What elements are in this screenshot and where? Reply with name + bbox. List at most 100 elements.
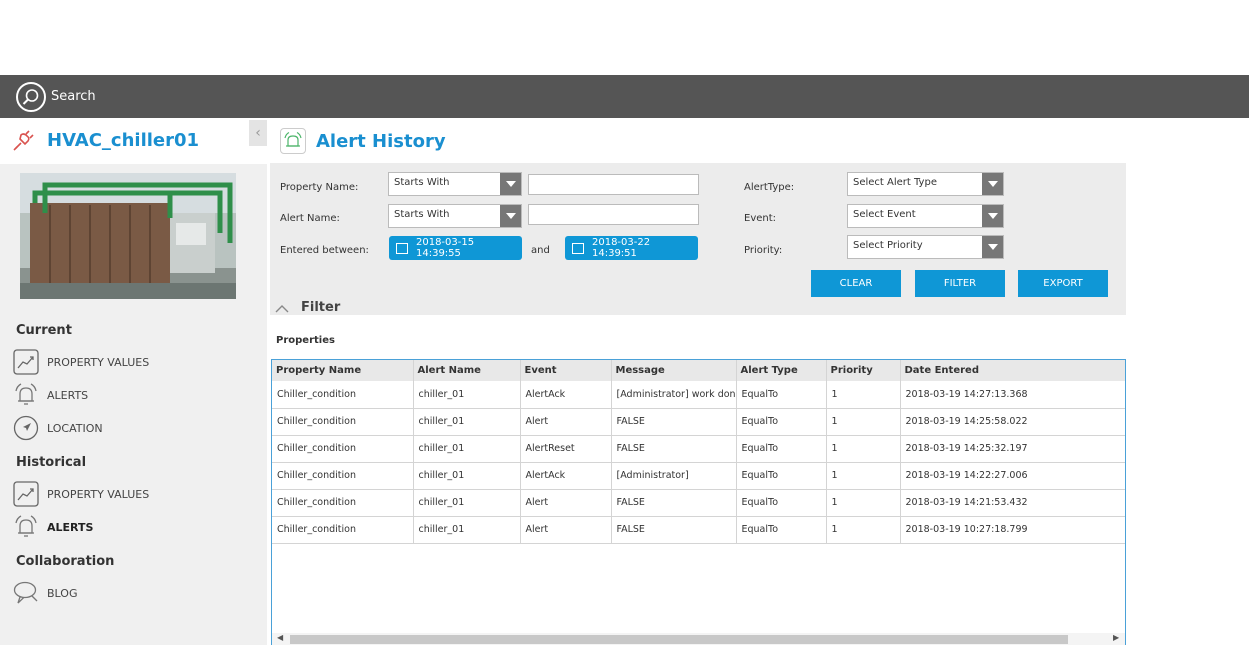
alert-history-table: Property Name Alert Name Event Message Alert…	[271, 359, 1126, 645]
table-cell: [Administrator] work done	[611, 381, 737, 409]
date-from-picker[interactable]: 2018-03-15 14:39:55	[389, 236, 522, 260]
table-cell: Chiller_condition	[272, 435, 414, 463]
property-name-mode-select[interactable]: Starts With	[388, 172, 522, 196]
table-row[interactable]: Chiller_condition chiller_01 AlertReset FAL…	[272, 435, 1125, 463]
nav-label: PROPERTY VALUES	[47, 355, 150, 369]
device-plug-icon	[12, 130, 34, 156]
nav-current-property-values[interactable]: PROPERTY VALUES	[12, 347, 149, 377]
select-value: Starts With	[394, 177, 450, 188]
historical-heading: Historical	[16, 455, 87, 470]
nav-historical-alerts[interactable]: ALERTS	[12, 512, 93, 542]
nav-historical-property-values[interactable]: PROPERTY VALUES	[12, 479, 149, 509]
table-cell: 2018-03-19 14:27:13.368	[900, 381, 1125, 409]
export-button[interactable]: EXPORT	[1018, 270, 1108, 297]
speech-bubble-icon	[12, 579, 40, 607]
table-cell: chiller_01	[413, 435, 521, 463]
trend-chart-icon	[12, 480, 40, 508]
table-cell: FALSE	[611, 435, 737, 463]
table-cell: chiller_01	[413, 408, 521, 436]
properties-label: Properties	[276, 335, 335, 346]
table-cell: [Administrator]	[611, 462, 737, 490]
current-heading: Current	[16, 323, 72, 338]
alarm-bell-icon	[12, 381, 40, 409]
table-row[interactable]: Chiller_condition chiller_01 AlertAck [Admi…	[272, 462, 1125, 490]
table-cell: FALSE	[611, 516, 737, 544]
filter-toggle-label: Filter	[301, 300, 341, 315]
page-title: Alert History	[316, 131, 446, 152]
table-cell: 2018-03-19 14:25:58.022	[900, 408, 1125, 436]
property-name-input[interactable]	[528, 174, 699, 195]
chevron-down-icon	[982, 236, 1003, 258]
sidebar: HVAC_chiller01 ‹ Current PROPERTY VALUES…	[0, 118, 267, 645]
table-cell: AlertAck	[520, 462, 612, 490]
alert-name-input[interactable]	[528, 204, 699, 225]
priority-label: Priority:	[744, 245, 783, 256]
search-button[interactable]: Search	[16, 81, 96, 112]
table-row[interactable]: Chiller_condition chiller_01 Alert FALSE Equ…	[272, 516, 1125, 544]
main-content: Alert History Property Name: Starts With…	[270, 118, 1249, 645]
chevron-down-icon	[500, 205, 521, 227]
table-cell: EqualTo	[736, 462, 827, 490]
table-row[interactable]: Chiller_condition chiller_01 AlertAck [Admi…	[272, 381, 1125, 409]
column-header[interactable]: Message	[611, 360, 737, 381]
nav-blog[interactable]: BLOG	[12, 578, 77, 608]
column-header[interactable]: Event	[520, 360, 612, 381]
table-cell: AlertReset	[520, 435, 612, 463]
table-cell: 1	[826, 408, 901, 436]
alert-name-mode-select[interactable]: Starts With	[388, 204, 522, 228]
table-cell: 1	[826, 462, 901, 490]
chevron-up-icon	[275, 298, 289, 317]
table-cell: Chiller_condition	[272, 516, 414, 544]
scrollbar-thumb[interactable]	[290, 635, 1068, 644]
search-icon	[16, 81, 46, 112]
trend-chart-icon	[12, 348, 40, 376]
search-label: Search	[51, 89, 96, 104]
table-row[interactable]: Chiller_condition chiller_01 Alert FALSE Equ…	[272, 408, 1125, 436]
filter-button[interactable]: FILTER	[915, 270, 1005, 297]
nav-label: BLOG	[47, 586, 78, 600]
priority-select[interactable]: Select Priority	[847, 235, 1004, 259]
table-cell: AlertAck	[520, 381, 612, 409]
collapse-sidebar-button[interactable]: ‹	[249, 120, 267, 146]
calendar-icon	[572, 242, 584, 254]
table-cell: 1	[826, 435, 901, 463]
column-header[interactable]: Alert Type	[736, 360, 827, 381]
table-cell: EqualTo	[736, 435, 827, 463]
table-row[interactable]: Chiller_condition chiller_01 Alert FALSE Equ…	[272, 489, 1125, 517]
table-cell: Alert	[520, 408, 612, 436]
select-value: Select Alert Type	[853, 177, 937, 188]
column-header[interactable]: Priority	[826, 360, 901, 381]
alert-type-label: AlertType:	[744, 182, 795, 193]
filter-toggle[interactable]: Filter	[275, 298, 340, 317]
table-cell: Chiller_condition	[272, 381, 414, 409]
alert-name-label: Alert Name:	[280, 213, 340, 224]
table-cell: chiller_01	[413, 489, 521, 517]
column-header[interactable]: Date Entered	[900, 360, 1125, 381]
chevron-down-icon	[982, 205, 1003, 227]
nav-label: PROPERTY VALUES	[47, 487, 150, 501]
device-header: HVAC_chiller01 ‹	[0, 118, 267, 164]
select-value: Starts With	[394, 209, 450, 220]
chevron-down-icon	[500, 173, 521, 195]
table-cell: 2018-03-19 10:27:18.799	[900, 516, 1125, 544]
alarm-bell-icon	[12, 513, 40, 541]
clear-button[interactable]: CLEAR	[811, 270, 901, 297]
alert-type-select[interactable]: Select Alert Type	[847, 172, 1004, 196]
nav-current-location[interactable]: LOCATION	[12, 413, 103, 443]
chevron-down-icon	[982, 173, 1003, 195]
entered-between-label: Entered between:	[280, 245, 369, 256]
date-to-picker[interactable]: 2018-03-22 14:39:51	[565, 236, 698, 260]
event-select[interactable]: Select Event	[847, 204, 1004, 228]
table-cell: 1	[826, 489, 901, 517]
table-cell: chiller_01	[413, 462, 521, 490]
column-header[interactable]: Property Name	[272, 360, 414, 381]
nav-current-alerts[interactable]: ALERTS	[12, 380, 88, 410]
horizontal-scrollbar[interactable]: ◀ ▶	[272, 633, 1125, 645]
scroll-left-icon[interactable]: ◀	[277, 633, 283, 642]
column-header[interactable]: Alert Name	[413, 360, 521, 381]
scroll-right-icon[interactable]: ▶	[1113, 633, 1119, 642]
calendar-icon	[396, 242, 408, 254]
table-header-row: Property Name Alert Name Event Message Alert…	[272, 360, 1125, 381]
nav-label: ALERTS	[47, 388, 89, 402]
event-label: Event:	[744, 213, 777, 224]
